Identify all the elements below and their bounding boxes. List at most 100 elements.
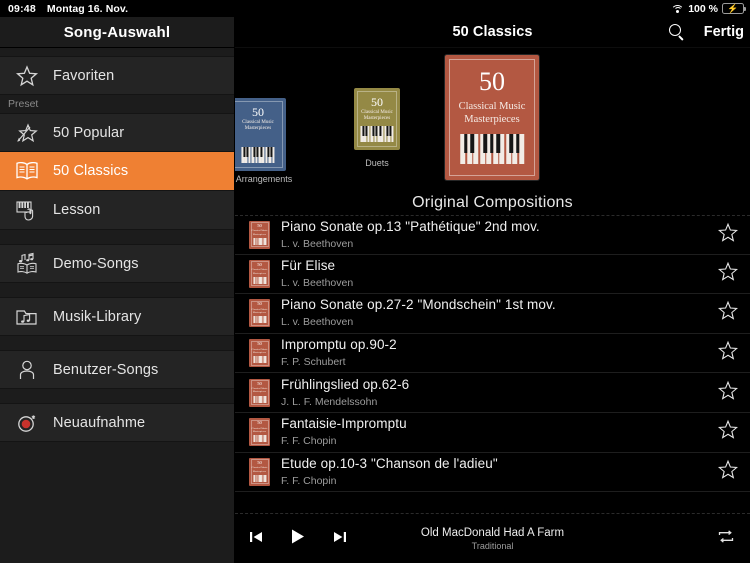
song-artist: F. F. Chopin bbox=[281, 435, 337, 448]
sidebar-spacer bbox=[0, 389, 234, 403]
song-artist: J. L. F. Mendelssohn bbox=[281, 395, 378, 408]
sidebar-item-label: Lesson bbox=[53, 202, 101, 218]
song-title: Etude op.10-3 "Chanson de l'adieu" bbox=[281, 455, 498, 471]
song-row[interactable]: 50 Classical Music Masterpieces Impromptu… bbox=[235, 334, 750, 374]
sidebar-item-label: 50 Classics bbox=[53, 163, 129, 179]
sidebar-item-neuaufnahme[interactable]: Neuaufnahme bbox=[0, 403, 234, 442]
song-text: Für Elise L. v. Beethoven bbox=[281, 258, 353, 290]
repeat-icon[interactable] bbox=[716, 527, 736, 550]
song-list[interactable]: 50 Classical Music Masterpieces Piano Son… bbox=[235, 215, 750, 530]
song-text: Fantaisie-Impromptu F. F. Chopin bbox=[281, 416, 407, 448]
piano-keys-icon bbox=[360, 126, 394, 142]
play-icon[interactable] bbox=[290, 528, 306, 550]
record-icon bbox=[10, 410, 44, 436]
carousel-cover-duets[interactable]: 50 Classical Music Masterpieces bbox=[354, 88, 400, 150]
sidebar-item-benutzer-songs[interactable]: Benutzer-Songs bbox=[0, 350, 234, 389]
song-artist: F. P. Schubert bbox=[281, 355, 346, 368]
page-title: Song-Auswahl bbox=[0, 17, 234, 47]
piano-keys-icon bbox=[241, 147, 275, 163]
piano-keys-icon bbox=[252, 276, 267, 284]
main-toolbar: 50 Classics Fertig bbox=[235, 17, 750, 47]
carousel-caption-arrangements: Arrangements bbox=[235, 174, 293, 184]
sidebar: Song-Auswahl Favoriten Preset 50 Popular bbox=[0, 17, 235, 563]
piano-keys-icon bbox=[252, 237, 267, 245]
skip-previous-icon[interactable] bbox=[249, 530, 264, 549]
album-thumbnail: 50 Classical Music Masterpieces bbox=[249, 378, 270, 407]
skip-next-icon[interactable] bbox=[332, 530, 347, 549]
song-row[interactable]: 50 Classical Music Masterpieces Für Elise… bbox=[235, 255, 750, 295]
sidebar-item-50-popular[interactable]: 50 Popular bbox=[0, 113, 234, 152]
main-panel: 50 Classics Fertig 50 Classical Music Ma… bbox=[235, 17, 750, 563]
sidebar-spacer bbox=[0, 336, 234, 350]
status-right-cluster: 100 % ⚡ bbox=[671, 2, 746, 15]
sidebar-item-50-classics[interactable]: 50 Classics bbox=[0, 152, 234, 191]
wifi-icon bbox=[671, 4, 685, 14]
sidebar-spacer bbox=[0, 230, 234, 244]
favorite-star-icon[interactable] bbox=[717, 300, 739, 327]
status-bar: 09:48 Montag 16. Nov. 100 % ⚡ bbox=[0, 0, 750, 17]
sidebar-item-musik-library[interactable]: Musik-Library bbox=[0, 297, 234, 336]
music-book-icon bbox=[10, 251, 44, 277]
search-icon[interactable] bbox=[668, 23, 686, 41]
sidebar-item-label: Demo-Songs bbox=[53, 255, 139, 272]
song-row[interactable]: 50 Classical Music Masterpieces Piano Son… bbox=[235, 215, 750, 255]
favorite-star-icon[interactable] bbox=[717, 458, 739, 485]
album-thumbnail: 50 Classical Music Masterpieces bbox=[249, 418, 270, 447]
sidebar-item-lesson[interactable]: Lesson bbox=[0, 191, 234, 230]
battery-percent-label: 100 % bbox=[688, 2, 718, 15]
song-text: Frühlingslied op.62-6 J. L. F. Mendelsso… bbox=[281, 377, 409, 409]
song-row[interactable]: 50 Classical Music Masterpieces Fantaisie… bbox=[235, 413, 750, 453]
song-artist: L. v. Beethoven bbox=[281, 276, 354, 289]
sidebar-item-demo-songs[interactable]: Demo-Songs bbox=[0, 244, 234, 283]
favorite-star-icon[interactable] bbox=[717, 221, 739, 248]
album-thumbnail: 50 Classical Music Masterpieces bbox=[249, 457, 270, 486]
shooting-star-icon bbox=[10, 120, 44, 146]
app-root: 09:48 Montag 16. Nov. 100 % ⚡ Song-Auswa… bbox=[0, 0, 750, 563]
song-text: Piano Sonate op.27-2 "Mondschein" 1st mo… bbox=[281, 297, 556, 329]
piano-keys-icon bbox=[252, 316, 267, 324]
song-artist: L. v. Beethoven bbox=[281, 237, 354, 250]
favorite-star-icon[interactable] bbox=[717, 419, 739, 446]
carousel-selected-title: Original Compositions bbox=[412, 194, 573, 211]
sidebar-item-label: Musik-Library bbox=[53, 308, 142, 325]
song-artist: L. v. Beethoven bbox=[281, 316, 354, 329]
song-text: Piano Sonate op.13 "Pathétique" 2nd mov.… bbox=[281, 219, 540, 251]
star-icon bbox=[10, 63, 44, 89]
piano-keys-icon bbox=[460, 134, 524, 164]
favorite-star-icon[interactable] bbox=[717, 260, 739, 287]
status-date: Montag 16. Nov. bbox=[46, 2, 129, 15]
music-folder-icon bbox=[10, 304, 44, 330]
favorite-star-icon[interactable] bbox=[717, 340, 739, 367]
carousel-caption-duets: Duets bbox=[365, 158, 389, 168]
piano-keys-icon bbox=[252, 395, 267, 403]
user-icon bbox=[10, 357, 44, 383]
done-button[interactable]: Fertig bbox=[704, 24, 744, 40]
song-title: Impromptu op.90-2 bbox=[281, 337, 397, 353]
sidebar-item-favoriten[interactable]: Favoriten bbox=[0, 56, 234, 95]
song-title: Fantaisie-Impromptu bbox=[281, 416, 407, 432]
carousel-cover-original-compositions[interactable]: 50 Classical Music Masterpieces bbox=[445, 55, 539, 180]
piano-hand-icon bbox=[10, 197, 44, 223]
album-thumbnail: 50 Classical Music Masterpieces bbox=[249, 259, 270, 288]
piano-keys-icon bbox=[252, 435, 267, 443]
main-title: 50 Classics bbox=[452, 24, 533, 40]
sidebar-item-label: Neuaufnahme bbox=[53, 414, 146, 431]
song-artist: F. F. Chopin bbox=[281, 474, 337, 487]
cover-carousel[interactable]: 50 Classical Music Masterpieces Arrangem… bbox=[235, 48, 750, 216]
carousel-cover-arrangements[interactable]: 50 Classical Music Masterpieces bbox=[235, 98, 286, 171]
toolbar-actions: Fertig bbox=[668, 17, 744, 47]
album-thumbnail: 50 Classical Music Masterpieces bbox=[249, 299, 270, 328]
song-text: Etude op.10-3 "Chanson de l'adieu" F. F.… bbox=[281, 456, 498, 488]
song-row[interactable]: 50 Classical Music Masterpieces Etude op.… bbox=[235, 453, 750, 493]
song-row[interactable]: 50 Classical Music Masterpieces Frühlings… bbox=[235, 373, 750, 413]
song-title: Für Elise bbox=[281, 257, 336, 273]
song-text: Impromptu op.90-2 F. P. Schubert bbox=[281, 337, 397, 369]
favorite-star-icon[interactable] bbox=[717, 379, 739, 406]
album-thumbnail: 50 Classical Music Masterpieces bbox=[249, 339, 270, 368]
song-row[interactable]: 50 Classical Music Masterpieces Piano Son… bbox=[235, 294, 750, 334]
now-playing-artist: Traditional bbox=[471, 541, 514, 551]
sidebar-item-label: 50 Popular bbox=[53, 124, 125, 141]
song-title: Piano Sonate op.27-2 "Mondschein" 1st mo… bbox=[281, 297, 556, 313]
sidebar-group-label: Preset bbox=[0, 95, 234, 113]
transport-bar: Old MacDonald Had A Farm Traditional bbox=[235, 513, 750, 563]
